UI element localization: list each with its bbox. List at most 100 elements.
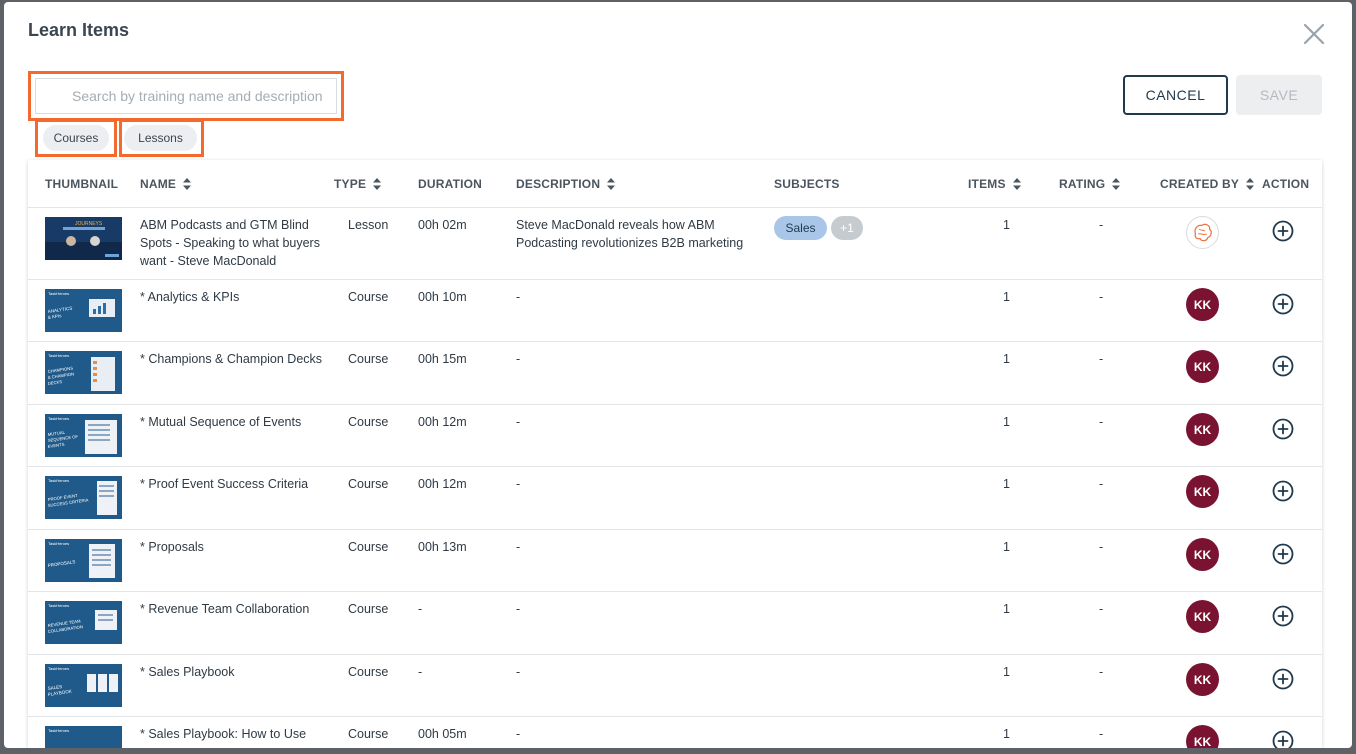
add-circle-icon[interactable] xyxy=(1272,220,1294,242)
avatar: KK xyxy=(1186,538,1219,571)
row-rating: - xyxy=(1099,218,1104,232)
row-rating: - xyxy=(1099,290,1104,304)
table-row[interactable]: TaskHeroes ANALYTICS & KPIs * Analytics … xyxy=(28,280,1322,342)
row-duration: 00h 02m xyxy=(418,218,467,232)
row-description: - xyxy=(516,602,521,616)
header-duration: DURATION xyxy=(418,160,482,208)
add-circle-icon[interactable] xyxy=(1272,668,1294,690)
row-duration: 00h 05m xyxy=(418,727,467,741)
row-name[interactable]: * Champions & Champion Decks xyxy=(140,350,322,368)
add-circle-icon[interactable] xyxy=(1272,355,1294,377)
header-action-label: ACTION xyxy=(1262,177,1310,191)
row-items: 1 xyxy=(1003,218,1010,232)
row-description: - xyxy=(516,665,521,679)
row-description: - xyxy=(516,540,521,554)
courses-filter-highlight: Courses xyxy=(35,119,117,157)
row-rating: - xyxy=(1099,352,1104,366)
thumb-brand: TaskHeroes xyxy=(48,541,69,546)
header-name[interactable]: NAME xyxy=(140,160,192,208)
sort-icon[interactable] xyxy=(183,178,192,190)
table-row[interactable]: TaskHeroes * Sales Playbook: How to Use … xyxy=(28,717,1322,748)
row-type: Course xyxy=(348,352,389,366)
avatar: KK xyxy=(1186,288,1219,321)
header-rating[interactable]: RATING xyxy=(1059,160,1121,208)
row-name[interactable]: * Analytics & KPIs xyxy=(140,288,239,306)
row-duration: - xyxy=(418,665,423,679)
thumbnail-image: TaskHeroes SALES PLAYBOOK xyxy=(45,664,122,707)
row-type: Course xyxy=(348,665,389,679)
header-duration-label: DURATION xyxy=(418,177,483,191)
sort-icon[interactable] xyxy=(607,178,616,190)
row-name[interactable]: * Mutual Sequence of Events xyxy=(140,413,301,431)
filter-chip-lessons[interactable]: Lessons xyxy=(124,125,197,151)
row-duration: 00h 15m xyxy=(418,352,467,366)
cancel-button[interactable]: CANCEL xyxy=(1123,75,1228,115)
row-rating: - xyxy=(1099,727,1104,741)
header-thumbnail: THUMBNAIL xyxy=(45,160,118,208)
brain-avatar-icon xyxy=(1186,216,1219,249)
row-name[interactable]: * Proposals xyxy=(140,538,204,556)
header-created-by-label: CREATED BY xyxy=(1160,177,1240,191)
add-circle-icon[interactable] xyxy=(1272,418,1294,440)
header-description-label: DESCRIPTION xyxy=(516,177,601,191)
avatar: KK xyxy=(1186,350,1219,383)
header-created-by[interactable]: CREATED BY xyxy=(1160,160,1255,208)
close-icon[interactable] xyxy=(1302,22,1326,46)
sort-icon[interactable] xyxy=(1012,178,1021,190)
row-type: Course xyxy=(348,415,389,429)
row-items: 1 xyxy=(1003,727,1010,741)
sort-icon[interactable] xyxy=(1246,178,1255,190)
sort-icon[interactable] xyxy=(373,178,382,190)
row-name[interactable]: ABM Podcasts and GTM Blind Spots - Speak… xyxy=(140,216,320,270)
table-row[interactable]: TaskHeroes REVENUE TEAM COLLABORATION * … xyxy=(28,592,1322,655)
table-row[interactable]: TaskHeroes SALES PLAYBOOK * Sales Playbo… xyxy=(28,655,1322,717)
add-circle-icon[interactable] xyxy=(1272,605,1294,627)
thumbnail-image: TaskHeroes CHAMPIONS & CHAMPION DECKS xyxy=(45,351,122,394)
table-row[interactable]: JOURNEYS ABM Podcasts and GTM Blind Spot… xyxy=(28,208,1322,280)
header-items[interactable]: ITEMS xyxy=(968,160,1021,208)
thumbnail-image: JOURNEYS xyxy=(45,217,122,260)
header-description[interactable]: DESCRIPTION xyxy=(516,160,616,208)
table-row[interactable]: TaskHeroes MUTUAL SEQUENCE OF EVENTS * M… xyxy=(28,405,1322,467)
header-thumbnail-label: THUMBNAIL xyxy=(45,177,119,191)
add-circle-icon[interactable] xyxy=(1272,293,1294,315)
row-description: - xyxy=(516,477,521,491)
row-duration: 00h 12m xyxy=(418,415,467,429)
row-description: - xyxy=(516,290,521,304)
add-circle-icon[interactable] xyxy=(1272,480,1294,502)
thumb-brand: TaskHeroes xyxy=(48,291,69,296)
learn-items-table: THUMBNAIL NAME TYPE DURATION DESCRIPTION… xyxy=(28,160,1322,748)
avatar: KK xyxy=(1186,475,1219,508)
header-name-label: NAME xyxy=(140,177,177,191)
row-rating: - xyxy=(1099,602,1104,616)
row-items: 1 xyxy=(1003,352,1010,366)
table-row[interactable]: TaskHeroes CHAMPIONS & CHAMPION DECKS * … xyxy=(28,342,1322,405)
thumb-brand: TaskHeroes xyxy=(48,603,69,608)
save-button[interactable]: SAVE xyxy=(1236,75,1322,115)
add-circle-icon[interactable] xyxy=(1272,543,1294,565)
filter-chip-courses[interactable]: Courses xyxy=(43,125,109,151)
subject-tag: Sales xyxy=(774,216,827,240)
row-description: - xyxy=(516,415,521,429)
header-subjects: SUBJECTS xyxy=(774,160,840,208)
search-input[interactable] xyxy=(35,78,337,114)
row-description: Steve MacDonald reveals how ABM Podcasti… xyxy=(516,218,744,250)
row-type: Course xyxy=(348,290,389,304)
add-circle-icon[interactable] xyxy=(1272,730,1294,748)
row-rating: - xyxy=(1099,415,1104,429)
row-name[interactable]: * Sales Playbook xyxy=(140,663,235,681)
thumb-brand: TaskHeroes xyxy=(48,666,69,671)
row-type: Course xyxy=(348,602,389,616)
row-name[interactable]: * Proof Event Success Criteria xyxy=(140,475,308,493)
dialog-title: Learn Items xyxy=(28,20,130,40)
row-name[interactable]: * Revenue Team Collaboration xyxy=(140,600,309,618)
table-row[interactable]: TaskHeroes PROOF EVENT SUCCESS CRITERIA … xyxy=(28,467,1322,530)
search-highlight xyxy=(28,71,344,121)
row-name[interactable]: * Sales Playbook: How to Use xyxy=(140,725,306,743)
table-row[interactable]: TaskHeroes PROPOSALS * Proposals Course … xyxy=(28,530,1322,592)
avatar: KK xyxy=(1186,600,1219,633)
thumb-brand: TaskHeroes xyxy=(48,478,69,483)
sort-icon[interactable] xyxy=(1112,178,1121,190)
subject-more-tag[interactable]: +1 xyxy=(831,216,863,240)
header-type[interactable]: TYPE xyxy=(334,160,382,208)
